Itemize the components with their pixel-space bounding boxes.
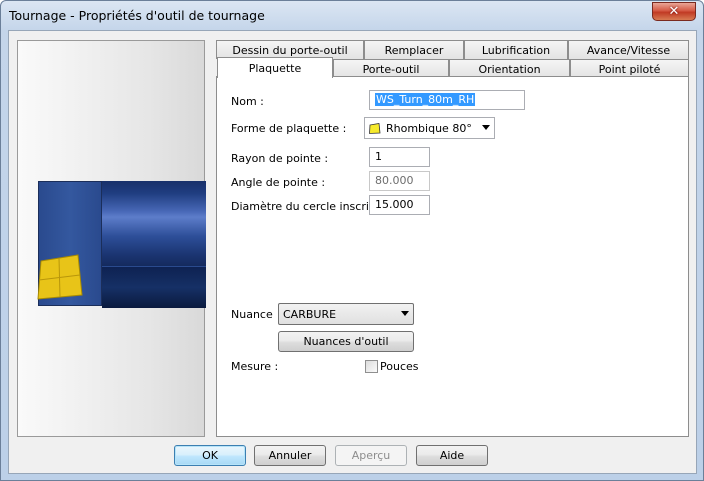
name-input-value: WS_Turn_80m_RH	[375, 93, 476, 106]
holder-shank-lower	[102, 266, 206, 308]
radius-label: Rayon de pointe :	[231, 152, 329, 165]
rhombus-icon	[369, 122, 381, 134]
grade-label: Nuance	[231, 308, 273, 321]
diameter-input[interactable]: 15.000	[369, 195, 430, 215]
tab-lubrification[interactable]: Lubrification	[464, 40, 568, 59]
close-icon: ✕	[668, 4, 680, 19]
shape-select-value: Rhombique 80°	[386, 121, 472, 135]
shape-label: Forme de plaquette :	[231, 122, 347, 135]
grade-select-value: CARBURE	[283, 307, 337, 321]
diameter-label: Diamètre du cercle inscrit	[231, 200, 374, 213]
tab-plaquette[interactable]: Plaquette	[217, 57, 333, 78]
dialog-window: Tournage - Propriétés d'outil de tournag…	[0, 0, 704, 481]
angle-label: Angle de pointe :	[231, 176, 326, 189]
inches-checkbox[interactable]	[365, 360, 378, 373]
grade-select[interactable]: CARBURE	[278, 303, 414, 325]
help-button[interactable]: Aide	[416, 445, 488, 466]
preview-button: Aperçu	[335, 445, 407, 466]
angle-input: 80.000	[369, 171, 430, 191]
chevron-down-icon	[482, 125, 490, 130]
title-bar[interactable]: Tournage - Propriétés d'outil de tournag…	[1, 1, 703, 31]
tab-panel-plaquette: Nom : WS_Turn_80m_RH Forme de plaquette …	[216, 76, 689, 437]
ok-button[interactable]: OK	[174, 445, 246, 466]
tab-avance-vitesse[interactable]: Avance/Vitesse	[568, 40, 689, 59]
insert-shape	[37, 254, 83, 300]
measure-label: Mesure :	[231, 360, 279, 373]
tool-grades-button[interactable]: Nuances d'outil	[278, 331, 414, 352]
close-button[interactable]: ✕	[652, 2, 696, 21]
dialog-client-area: Dessin du porte-outil Remplacer Lubrific…	[8, 30, 697, 474]
cancel-button[interactable]: Annuler	[254, 445, 326, 466]
shape-select[interactable]: Rhombique 80°	[364, 117, 495, 139]
radius-input[interactable]: 1	[369, 147, 430, 167]
name-label: Nom :	[231, 95, 264, 108]
chevron-down-icon	[401, 311, 409, 316]
name-input[interactable]: WS_Turn_80m_RH	[369, 90, 525, 110]
window-title: Tournage - Propriétés d'outil de tournag…	[9, 8, 265, 23]
tab-remplacer[interactable]: Remplacer	[364, 40, 464, 59]
tool-preview	[17, 40, 206, 437]
inches-label[interactable]: Pouces	[380, 360, 419, 373]
